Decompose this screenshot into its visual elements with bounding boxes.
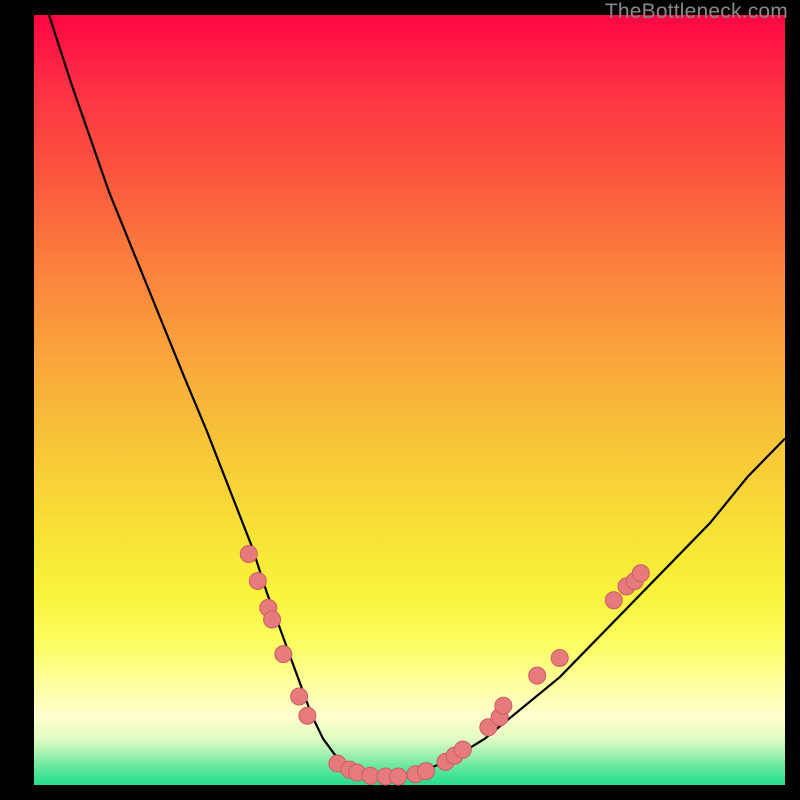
chart-svg [34, 15, 785, 785]
data-point [551, 649, 568, 666]
data-point [275, 646, 292, 663]
data-point [418, 763, 435, 780]
data-point [299, 707, 316, 724]
plot-area [34, 15, 785, 785]
data-point [390, 768, 407, 785]
data-point [264, 611, 281, 628]
data-point [605, 592, 622, 609]
chart-frame: TheBottleneck.com [0, 0, 800, 800]
data-markers [240, 546, 649, 786]
data-point [240, 546, 257, 563]
data-point [454, 741, 471, 758]
data-point [362, 767, 379, 784]
bottleneck-curve [49, 15, 785, 777]
data-point [249, 572, 266, 589]
data-point [632, 565, 649, 582]
watermark-text: TheBottleneck.com [605, 0, 788, 24]
data-point [495, 697, 512, 714]
data-point [529, 667, 546, 684]
data-point [291, 688, 308, 705]
